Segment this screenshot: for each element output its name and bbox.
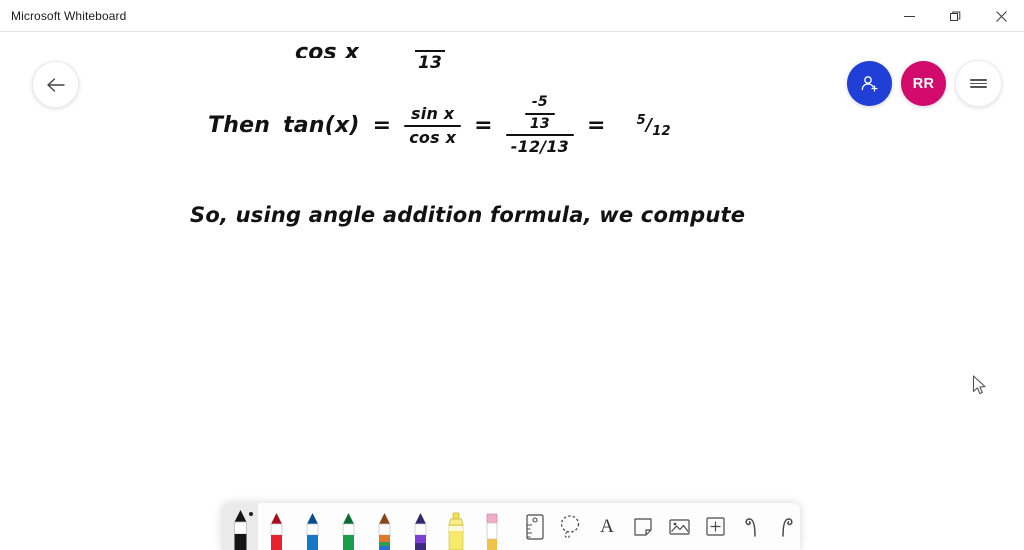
tool-pen-rainbow[interactable] xyxy=(366,503,402,550)
fraction-bar xyxy=(404,124,462,127)
tool-note[interactable] xyxy=(625,503,661,550)
minimize-icon xyxy=(903,15,915,17)
back-button[interactable] xyxy=(32,61,79,108)
add-person-icon xyxy=(861,75,878,92)
pen-red-icon xyxy=(270,513,282,550)
avatar[interactable]: RR xyxy=(901,61,946,106)
pen-thickness-indicator xyxy=(249,512,253,516)
avatar-initials: RR xyxy=(912,75,935,92)
ink-clipped-top: cos x xyxy=(295,40,360,58)
collaboration-controls: RR xyxy=(847,60,1002,107)
ink-fraction-sin-cos: sin x cos x xyxy=(404,103,462,147)
fraction-numerator: sin x xyxy=(411,103,455,123)
fraction-bar xyxy=(415,50,445,52)
ruler-icon xyxy=(526,513,544,540)
pen-rainbow-icon xyxy=(378,513,390,550)
ink-line-tan-derivation: Then tan(x) = sin x cos x = -5 13 -12/13… xyxy=(208,94,671,157)
sticky-note-icon xyxy=(634,517,652,536)
whiteboard-canvas[interactable]: cos x 13 RR Then tan(x) = sin x cos x = … xyxy=(0,32,1024,550)
tool-text[interactable]: A xyxy=(589,503,625,550)
tool-pen-galaxy[interactable] xyxy=(402,503,438,550)
fraction-bar xyxy=(524,112,555,115)
tool-image[interactable] xyxy=(661,503,697,550)
lasso-icon xyxy=(560,514,580,538)
ink-equals-1: = xyxy=(372,113,392,139)
tool-redo[interactable] xyxy=(769,503,800,550)
pen-green-icon xyxy=(342,513,354,550)
tool-pen-black[interactable] xyxy=(222,503,258,550)
close-button[interactable] xyxy=(978,0,1024,32)
minimize-button[interactable] xyxy=(886,0,932,32)
tool-pen-blue[interactable] xyxy=(294,503,330,550)
tool-lasso-select[interactable] xyxy=(553,503,589,550)
eraser-icon xyxy=(486,513,498,550)
ink-equals-3: = xyxy=(586,113,606,139)
fraction-denominator: 13 xyxy=(417,53,443,73)
restore-icon xyxy=(949,11,960,21)
undo-icon xyxy=(745,517,756,537)
fraction-denominator: 13 xyxy=(529,115,550,132)
tool-ruler[interactable] xyxy=(517,503,553,550)
tool-highlighter[interactable] xyxy=(438,503,474,550)
tool-pen-green[interactable] xyxy=(330,503,366,550)
ink-lead-then: Then xyxy=(208,113,271,139)
ink-clipped-fraction: 13 xyxy=(415,50,445,73)
fraction-denominator: -12/13 xyxy=(510,137,569,157)
share-button[interactable] xyxy=(847,61,892,106)
tool-pen-red[interactable] xyxy=(258,503,294,550)
window-controls xyxy=(886,0,1024,32)
fraction-numerator: -5 xyxy=(531,94,548,110)
image-icon xyxy=(668,518,690,535)
pen-blue-icon xyxy=(306,513,318,550)
tool-undo[interactable] xyxy=(733,503,769,550)
window-titlebar: Microsoft Whiteboard xyxy=(0,0,1024,32)
ink-tan-expression: tan(x) xyxy=(283,113,360,139)
result-numerator: 5 xyxy=(636,112,646,128)
text-a-icon: A xyxy=(600,515,614,537)
drawing-toolbar[interactable]: A xyxy=(222,503,800,550)
pen-galaxy-icon xyxy=(414,513,426,550)
ink-inner-fraction: -5 13 xyxy=(524,94,555,132)
result-denominator: 12 xyxy=(652,123,671,139)
ink-line-angle-addition: So, using angle addition formula, we com… xyxy=(190,203,746,227)
close-icon xyxy=(995,10,1007,22)
pen-black-icon xyxy=(233,510,247,550)
ink-result-fraction: 5/12 xyxy=(636,112,671,139)
arrow-left-icon xyxy=(46,77,65,92)
tool-eraser[interactable] xyxy=(474,503,510,550)
hamburger-menu-icon xyxy=(970,77,987,90)
ink-compound-fraction: -5 13 -12/13 xyxy=(505,94,574,157)
mouse-cursor xyxy=(972,375,986,395)
fraction-bar xyxy=(505,134,574,137)
settings-menu-button[interactable] xyxy=(955,60,1002,107)
redo-icon xyxy=(782,517,793,537)
plus-box-icon xyxy=(705,517,725,536)
fraction-denominator: cos x xyxy=(409,127,457,147)
highlighter-icon xyxy=(448,512,464,550)
ink-equals-2: = xyxy=(474,113,493,139)
restore-button[interactable] xyxy=(932,0,978,32)
window-title: Microsoft Whiteboard xyxy=(11,9,127,23)
tool-insert[interactable] xyxy=(697,503,733,550)
